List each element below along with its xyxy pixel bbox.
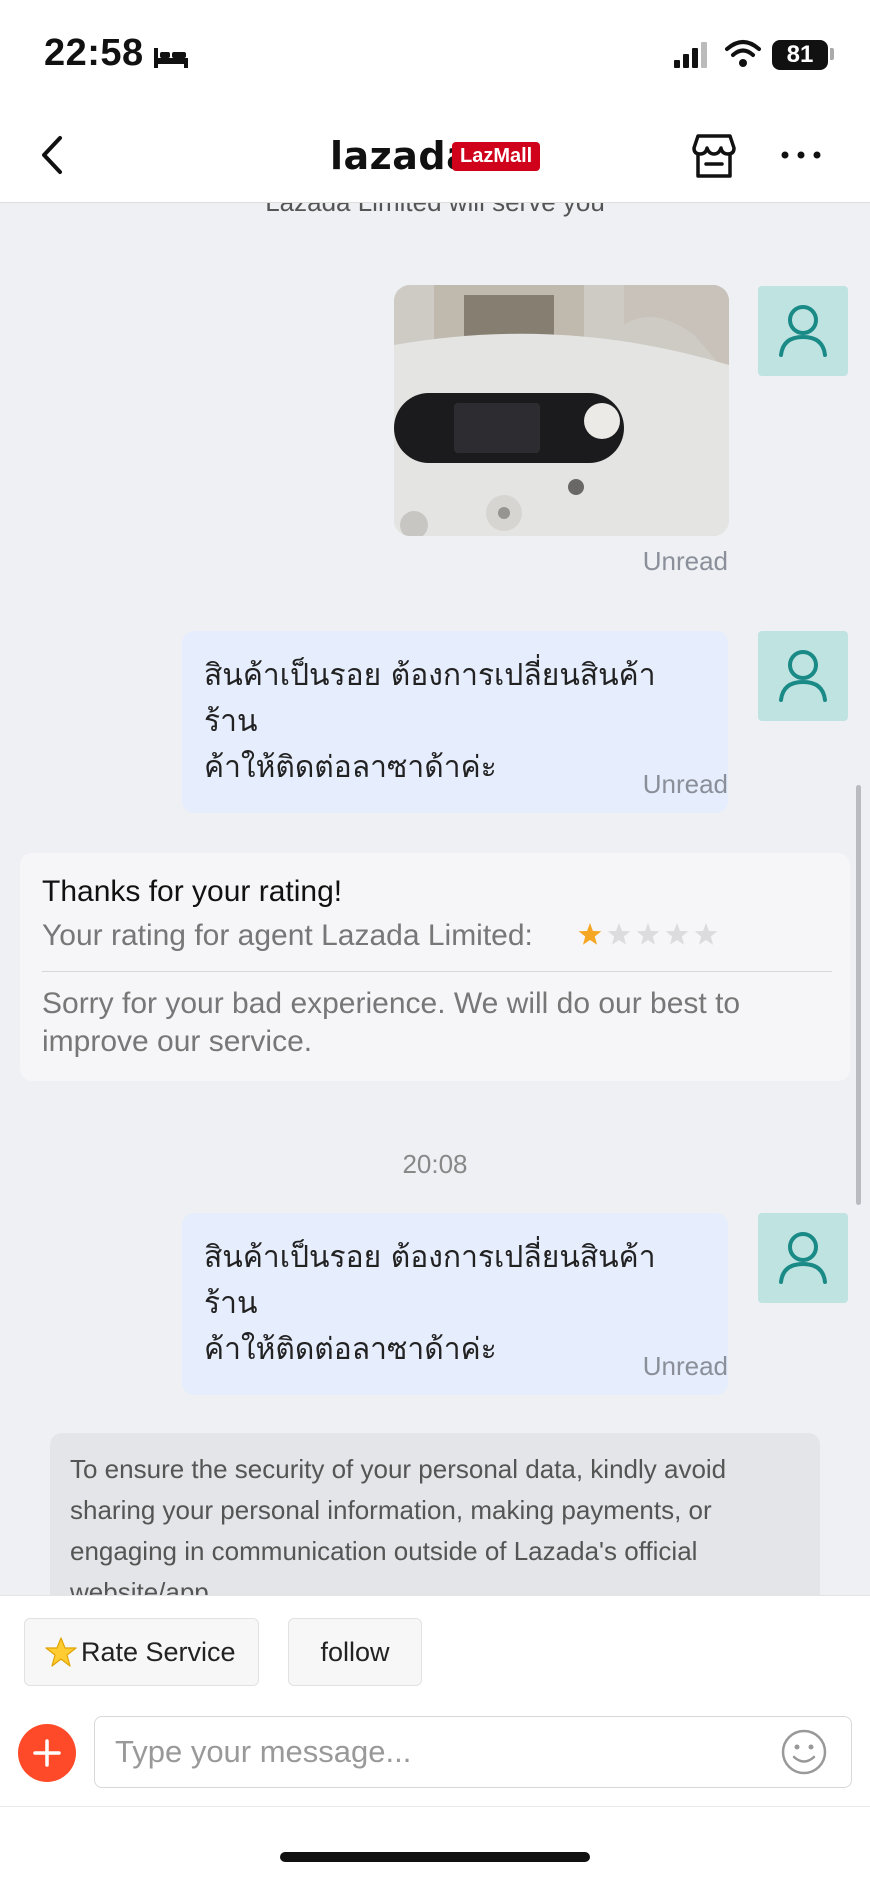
star-icon [45,1637,77,1667]
user-avatar [758,286,848,376]
brand-logo: lazada [330,134,473,178]
rating-star-icon [665,923,689,945]
rating-star-icon [694,923,718,945]
rating-agent-line: Your rating for agent Lazada Limited: [42,919,533,952]
add-attachment-button[interactable] [18,1724,76,1782]
message-text-line: สินค้าเป็นรอย ต้องการเปลี่ยนสินค้า ร้าน [204,658,656,739]
star-rating [578,923,718,945]
battery-cap [830,48,834,60]
signal-icon [674,42,707,68]
composer-area: Rate Service follow Type your message... [0,1595,870,1882]
emoji-icon[interactable] [780,1728,828,1776]
lazmall-badge: LazMall [452,142,541,171]
chat-messages[interactable]: Lazada Limited will serve you Unread สิน… [0,203,870,1595]
rating-star-icon [578,923,602,945]
status-bar: 22:58 81 [0,0,870,110]
divider [0,1806,870,1807]
user-icon [779,305,827,357]
security-notice: To ensure the security of your personal … [50,1433,820,1595]
user-icon [779,650,827,702]
rate-service-label: Rate Service [81,1637,236,1667]
user-avatar [758,1213,848,1303]
bed-icon [154,48,188,68]
message-input[interactable]: Type your message... [94,1716,852,1788]
divider [42,971,832,972]
user-avatar [758,631,848,721]
rate-service-button[interactable]: Rate Service [24,1618,259,1686]
rating-card: Thanks for your rating! Your rating for … [20,853,850,1081]
rating-title: Thanks for your rating! [42,875,343,908]
rating-star-icon [607,923,631,945]
message-status: Unread [642,769,728,799]
agent-assigned-note: Lazada Limited will serve you [0,203,870,218]
more-options-icon[interactable] [776,140,826,170]
user-icon [779,1232,827,1284]
message-status: Unread [642,1351,728,1381]
sent-photo[interactable] [394,285,729,536]
follow-button[interactable]: follow [288,1618,422,1686]
store-icon[interactable] [686,128,742,184]
chat-header: lazada LazMall [0,110,870,203]
battery-indicator: 81 [772,40,828,70]
scrollbar[interactable] [856,785,861,1205]
back-icon[interactable] [30,130,80,180]
rating-message: Sorry for your bad experience. We will d… [42,987,741,1058]
time-separator: 20:08 [402,1149,468,1179]
message-status: Unread [642,546,728,576]
message-text-line: สินค้าเป็นรอย ต้องการเปลี่ยนสินค้า ร้าน [204,1240,656,1321]
follow-label: follow [320,1637,390,1667]
home-indicator [280,1852,590,1862]
wifi-icon [725,40,761,67]
rating-star-icon [636,923,660,945]
status-time: 22:58 [44,32,144,74]
plus-icon [33,1739,61,1767]
